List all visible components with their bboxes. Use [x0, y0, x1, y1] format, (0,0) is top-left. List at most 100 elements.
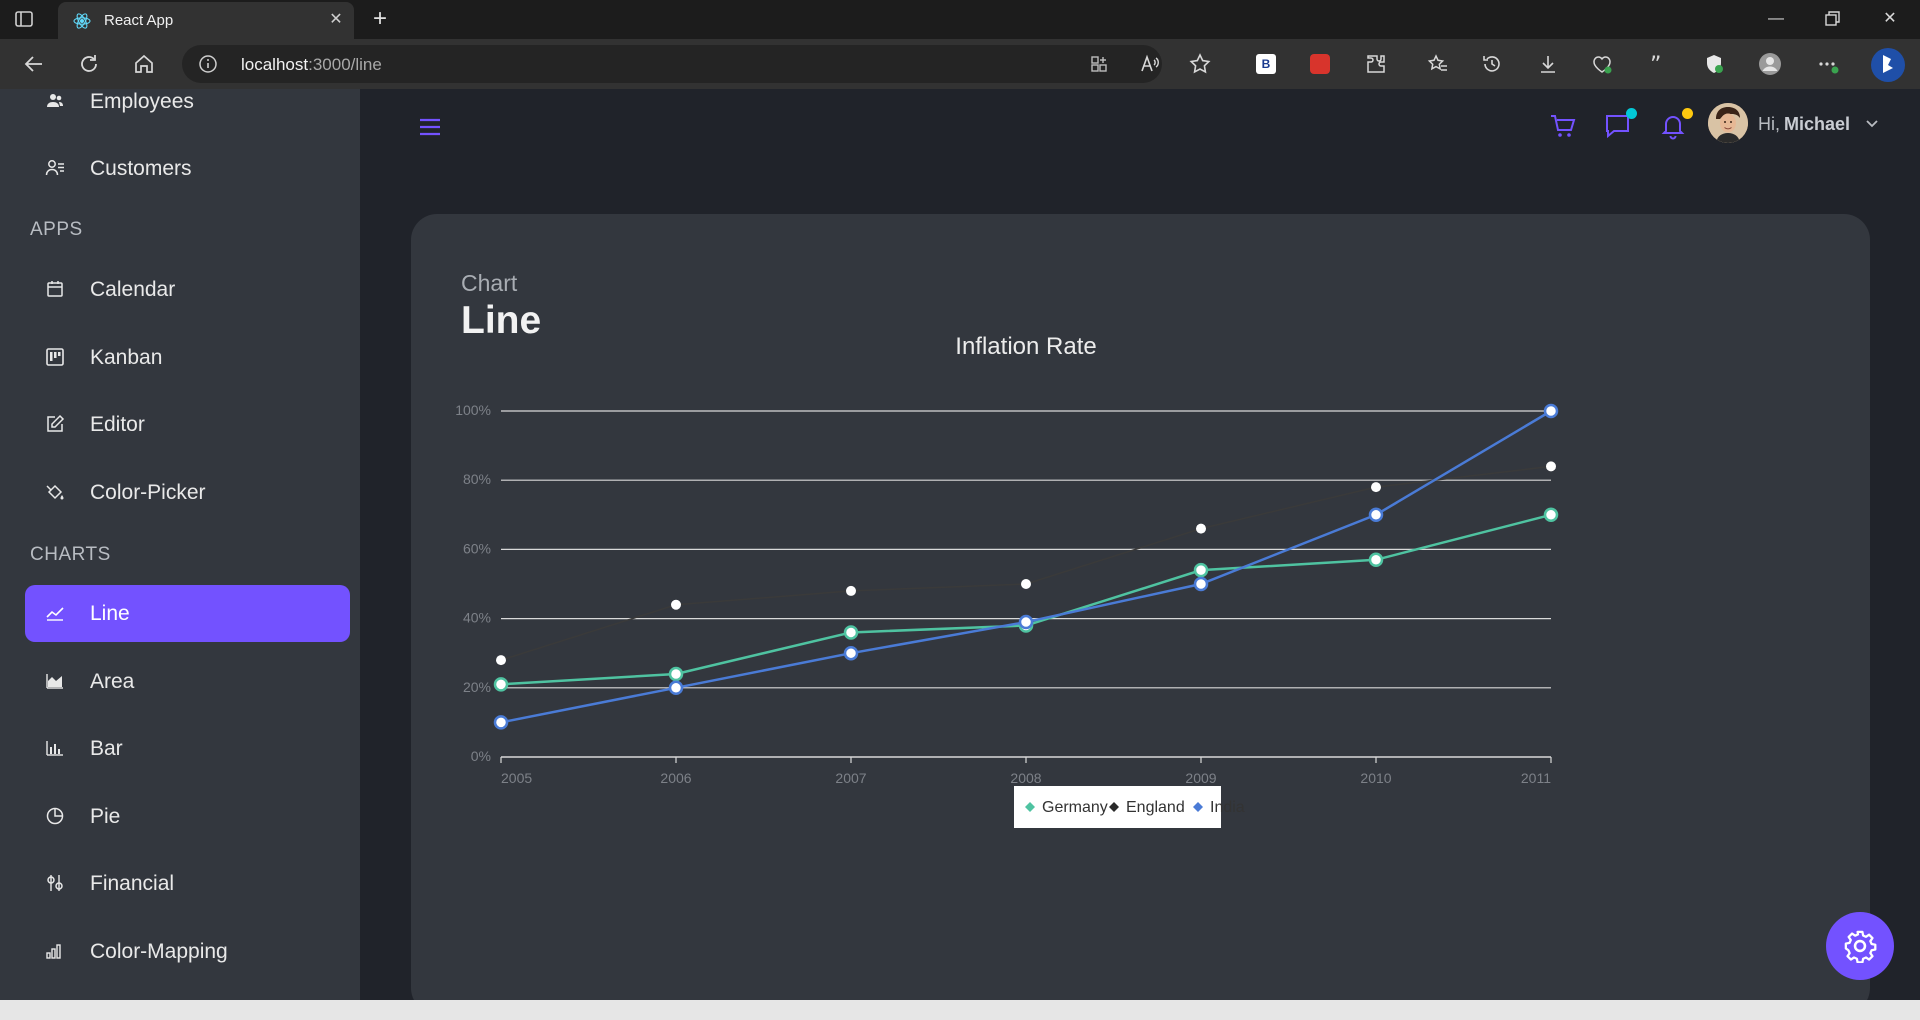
app-available-icon[interactable] [1089, 54, 1109, 74]
horizontal-scrollbar[interactable] [0, 1000, 1920, 1020]
data-point-germany[interactable] [493, 677, 509, 692]
site-info-icon[interactable] [198, 54, 218, 74]
employees-icon [47, 94, 63, 107]
x-tick-label: 2008 [1010, 770, 1041, 786]
sidebar-item-color-mapping[interactable]: Color-Mapping [25, 923, 350, 980]
address-bar[interactable]: localhost:3000/line [182, 45, 1162, 83]
bell-notification-dot [1682, 108, 1693, 119]
sidebar-item-calendar[interactable]: Calendar [25, 261, 350, 318]
sidebar-item-editor[interactable]: Editor [25, 396, 350, 453]
menu-toggle-icon[interactable] [417, 115, 443, 139]
data-point-england[interactable] [846, 585, 856, 596]
data-point-india[interactable] [1543, 403, 1559, 419]
vertical-scrollbar[interactable] [1910, 89, 1920, 1000]
back-icon[interactable] [22, 52, 46, 76]
extension-red-icon[interactable] [1310, 54, 1330, 74]
y-tick-label: 20% [463, 679, 491, 695]
color-mapping-icon [46, 944, 61, 959]
tab-title: React App [104, 12, 174, 29]
restore-icon[interactable] [1820, 7, 1844, 31]
data-point-india[interactable] [668, 680, 684, 696]
quote-icon[interactable]: ” [1646, 52, 1670, 76]
sidebar-item-pie[interactable]: Pie [25, 788, 350, 845]
sidebar-item-label: Employees [90, 90, 194, 113]
minimize-icon[interactable]: — [1764, 7, 1788, 31]
sidebar-item-line[interactable]: Line [25, 585, 350, 642]
color-picker-icon [46, 484, 64, 500]
legend-label-germany[interactable]: Germany [1042, 799, 1108, 816]
data-point-india[interactable] [1368, 507, 1384, 523]
read-aloud-icon[interactable] [1138, 52, 1162, 76]
sidebar-item-employees[interactable]: Employees [25, 89, 350, 130]
favorite-star-icon[interactable] [1188, 52, 1212, 76]
kanban-icon [46, 348, 64, 366]
data-point-india[interactable] [1193, 576, 1209, 592]
bar-chart-icon [46, 741, 63, 756]
refresh-icon[interactable] [77, 52, 101, 76]
x-tick-label: 2007 [835, 770, 866, 786]
sidebar-item-financial[interactable]: Financial [25, 855, 350, 912]
history-icon[interactable] [1480, 52, 1504, 76]
editor-icon [47, 414, 65, 432]
sidebar-item-label: Kanban [90, 346, 163, 369]
sidebar-item-label: Color-Mapping [90, 940, 228, 963]
data-point-england[interactable] [1371, 482, 1381, 493]
data-point-england[interactable] [671, 599, 681, 610]
sidebar: Employees Customers APPS Calendar Kanban… [0, 89, 360, 1000]
tab-actions-icon[interactable] [14, 9, 34, 29]
data-point-germany[interactable] [668, 666, 684, 682]
chart-card: Chart Line Inflation Rate 0% 20% 40% 60% 80% 1… [411, 214, 1870, 1014]
chevron-down-icon[interactable] [1864, 115, 1880, 131]
chart-title: Inflation Rate [955, 333, 1096, 360]
x-tick-label: 2011 [1521, 770, 1551, 786]
data-point-germany[interactable] [1543, 507, 1559, 523]
extension-b-icon[interactable]: B [1256, 54, 1276, 74]
extensions-puzzle-icon[interactable] [1364, 52, 1388, 76]
sidebar-item-color-picker[interactable]: Color-Picker [25, 464, 350, 521]
data-point-england[interactable] [496, 655, 506, 666]
browser-toolbar: localhost:3000/line B ” [0, 39, 1920, 89]
sidebar-item-label: Area [90, 670, 135, 693]
data-point-england[interactable] [1196, 523, 1206, 534]
profile-icon[interactable] [1758, 52, 1782, 76]
tab-close-icon[interactable]: ✕ [326, 10, 346, 30]
sidebar-item-area[interactable]: Area [25, 653, 350, 710]
new-tab-icon[interactable]: + [368, 7, 392, 32]
browser-essentials-icon[interactable] [1702, 52, 1726, 76]
close-window-icon[interactable]: ✕ [1878, 7, 1902, 31]
legend-label-england[interactable]: England [1126, 799, 1185, 816]
user-greeting[interactable]: Hi, Michael [1758, 114, 1850, 135]
data-point-england[interactable] [1021, 579, 1031, 589]
avatar[interactable] [1708, 103, 1748, 143]
sidebar-item-customers[interactable]: Customers [25, 140, 350, 197]
data-point-germany[interactable] [843, 625, 859, 640]
section-heading-charts: CHARTS [30, 544, 111, 565]
chat-notification-dot [1626, 108, 1637, 119]
data-point-india[interactable] [1018, 614, 1034, 630]
favorites-icon[interactable] [1426, 52, 1450, 76]
legend-label-india[interactable]: India [1210, 799, 1245, 816]
more-options-icon[interactable] [1816, 52, 1840, 76]
data-point-india[interactable] [843, 645, 859, 661]
sidebar-item-bar[interactable]: Bar [25, 720, 350, 777]
home-icon[interactable] [132, 52, 156, 76]
calendar-icon [47, 281, 63, 297]
sidebar-item-label: Color-Picker [90, 481, 206, 504]
x-tick-label: 2009 [1185, 770, 1216, 786]
data-point-england[interactable] [1546, 461, 1556, 472]
main-content: Hi, Michael Chart Line Inflation Rate 0% 20… [360, 89, 1920, 1014]
cart-icon[interactable] [1548, 111, 1578, 141]
performance-icon[interactable] [1590, 52, 1614, 76]
copilot-icon[interactable] [1870, 47, 1906, 83]
line-chart-icon [46, 607, 64, 621]
sidebar-item-label: Bar [90, 737, 123, 760]
data-point-india[interactable] [493, 715, 509, 730]
downloads-icon[interactable] [1536, 52, 1560, 76]
settings-button[interactable] [1826, 912, 1894, 980]
data-point-germany[interactable] [1368, 552, 1384, 568]
x-tick-label: 2006 [660, 770, 691, 786]
browser-tab[interactable]: React App ✕ [58, 2, 354, 39]
data-point-germany[interactable] [1193, 562, 1209, 578]
line-chart: Inflation Rate 0% 20% 40% 60% 80% 100% 2005 2006… [455, 333, 1559, 828]
sidebar-item-kanban[interactable]: Kanban [25, 329, 350, 386]
